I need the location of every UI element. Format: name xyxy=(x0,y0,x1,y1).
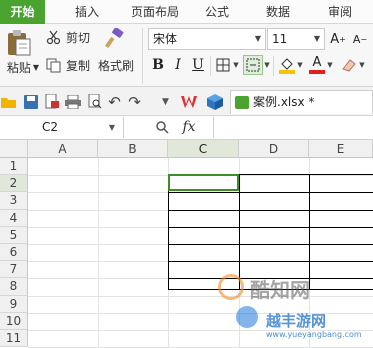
italic-button[interactable]: I xyxy=(170,56,186,74)
watermark-url: www.yueyangbang.com xyxy=(266,330,362,339)
row-header-6[interactable]: 6 xyxy=(0,244,28,262)
decrease-font-size-icon[interactable]: A − xyxy=(352,30,368,48)
chevron-down-icon[interactable]: ▼ xyxy=(251,29,265,49)
column-header-d[interactable]: D xyxy=(239,140,309,158)
paste-label: 粘贴 xyxy=(6,60,31,75)
merge-cells-icon[interactable] xyxy=(243,55,263,75)
row-header-9[interactable]: 9 xyxy=(0,295,28,313)
tab-review[interactable]: 审阅 xyxy=(318,0,362,24)
row-header-2[interactable]: 2 xyxy=(0,175,28,193)
tab-formulas[interactable]: 公式 xyxy=(196,0,238,24)
row-header-3[interactable]: 3 xyxy=(0,192,28,210)
chevron-down-icon[interactable]: ▼ xyxy=(326,58,334,72)
underline-button[interactable]: U xyxy=(190,56,206,74)
ribbon-home: 粘贴 ▼ 剪切 复制 格式刷 宋体 ▼ 11 ▼ A + A − B I U ▼ ▼ … xyxy=(0,24,373,87)
export-pdf-icon[interactable] xyxy=(43,93,60,110)
row-header-11[interactable]: 11 xyxy=(0,330,28,348)
chevron-down-icon[interactable]: ▼ xyxy=(296,58,304,72)
table-border xyxy=(168,244,373,245)
format-painter-icon[interactable] xyxy=(103,27,127,51)
row-header-1[interactable]: 1 xyxy=(0,158,28,176)
cube-icon[interactable] xyxy=(206,93,223,110)
name-box[interactable]: C2 ▼ xyxy=(0,117,124,138)
chevron-down-icon[interactable]: ▼ xyxy=(358,58,366,72)
font-name-value: 宋体 xyxy=(153,32,178,46)
paste-icon[interactable] xyxy=(2,28,36,58)
copy-icon[interactable] xyxy=(45,57,62,74)
tab-data[interactable]: 数据 xyxy=(256,0,300,24)
bold-button[interactable]: B xyxy=(150,56,166,74)
gridline xyxy=(98,158,99,348)
insert-function-button[interactable]: fx xyxy=(178,118,200,136)
file-tab-name: 案例.xlsx * xyxy=(253,95,315,109)
quick-access-toolbar: ↶ ↷ ▼ 案例.xlsx * xyxy=(0,87,373,116)
paste-button[interactable]: 粘贴 ▼ xyxy=(2,59,44,75)
table-border xyxy=(168,192,373,194)
row-header-4[interactable]: 4 xyxy=(0,209,28,227)
cut-button[interactable]: 剪切 xyxy=(64,29,92,46)
print-icon[interactable] xyxy=(64,93,81,110)
ribbon-separator xyxy=(210,56,211,76)
borders-icon[interactable] xyxy=(214,56,232,74)
formula-input[interactable] xyxy=(213,117,373,138)
spreadsheet-file-icon xyxy=(235,96,249,109)
name-box-value: C2 xyxy=(42,120,59,134)
font-size-value: 11 xyxy=(272,32,288,46)
row-header-8[interactable]: 8 xyxy=(0,278,28,296)
paste-dropdown-icon[interactable]: ▼ xyxy=(33,63,39,72)
chevron-down-icon[interactable]: ▼ xyxy=(109,117,115,138)
watermark-logo-icon xyxy=(218,274,244,300)
wps-office-icon[interactable] xyxy=(180,93,197,110)
format-painter-button[interactable]: 格式刷 xyxy=(96,57,136,74)
column-header-a[interactable]: A xyxy=(28,140,98,158)
chevron-down-icon[interactable]: ▼ xyxy=(232,58,240,72)
table-border xyxy=(239,174,240,290)
fill-color-icon[interactable] xyxy=(278,55,296,75)
active-cell-c2[interactable] xyxy=(168,174,239,191)
column-header-e[interactable]: E xyxy=(309,140,373,158)
copy-button[interactable]: 复制 xyxy=(64,57,92,74)
select-all-corner[interactable] xyxy=(0,140,28,158)
watermark-brand-secondary: 越丰游网 xyxy=(266,312,327,330)
tab-insert[interactable]: 插入 xyxy=(62,0,112,24)
scissors-icon[interactable] xyxy=(45,29,62,46)
table-border xyxy=(168,209,373,211)
redo-icon[interactable]: ↷ xyxy=(126,93,143,111)
ribbon-separator xyxy=(142,28,143,84)
ribbon-separator xyxy=(273,56,274,76)
zoom-search-icon[interactable] xyxy=(154,119,170,135)
chevron-down-icon[interactable]: ▼ xyxy=(263,58,271,72)
chevron-down-icon[interactable]: ▼ xyxy=(310,29,324,49)
row-header-7[interactable]: 7 xyxy=(0,261,28,279)
open-folder-icon[interactable] xyxy=(0,93,17,110)
formula-bar: C2 ▼ fx xyxy=(0,116,373,140)
clear-format-icon[interactable] xyxy=(340,55,358,75)
increase-font-size-icon[interactable]: A + xyxy=(330,30,346,48)
table-border xyxy=(168,226,373,228)
table-border xyxy=(168,261,373,263)
watermark-signal-icon xyxy=(236,306,258,328)
column-header-b[interactable]: B xyxy=(98,140,168,158)
gridline xyxy=(28,295,373,297)
table-border xyxy=(309,174,310,290)
tab-home[interactable]: 开始 xyxy=(0,0,45,24)
customize-toolbar-icon[interactable]: ▼ xyxy=(157,93,174,110)
save-icon[interactable] xyxy=(22,93,39,110)
ribbon-tab-bar: 开始 插入 页面布局 公式 数据 审阅 xyxy=(0,0,373,24)
font-size-select[interactable]: 11 ▼ xyxy=(267,28,325,50)
tab-page-layout[interactable]: 页面布局 xyxy=(125,0,185,24)
row-header-10[interactable]: 10 xyxy=(0,312,28,330)
column-header-c[interactable]: C xyxy=(168,140,239,158)
row-header-5[interactable]: 5 xyxy=(0,226,28,244)
file-tab[interactable]: 案例.xlsx * xyxy=(230,90,373,114)
watermark-brand: 酷知网 xyxy=(250,278,310,302)
font-name-select[interactable]: 宋体 ▼ xyxy=(148,28,266,50)
font-color-icon[interactable]: A xyxy=(308,55,326,75)
print-preview-icon[interactable] xyxy=(86,93,103,110)
undo-icon[interactable]: ↶ xyxy=(106,93,123,111)
bordered-table-range[interactable] xyxy=(168,174,373,290)
